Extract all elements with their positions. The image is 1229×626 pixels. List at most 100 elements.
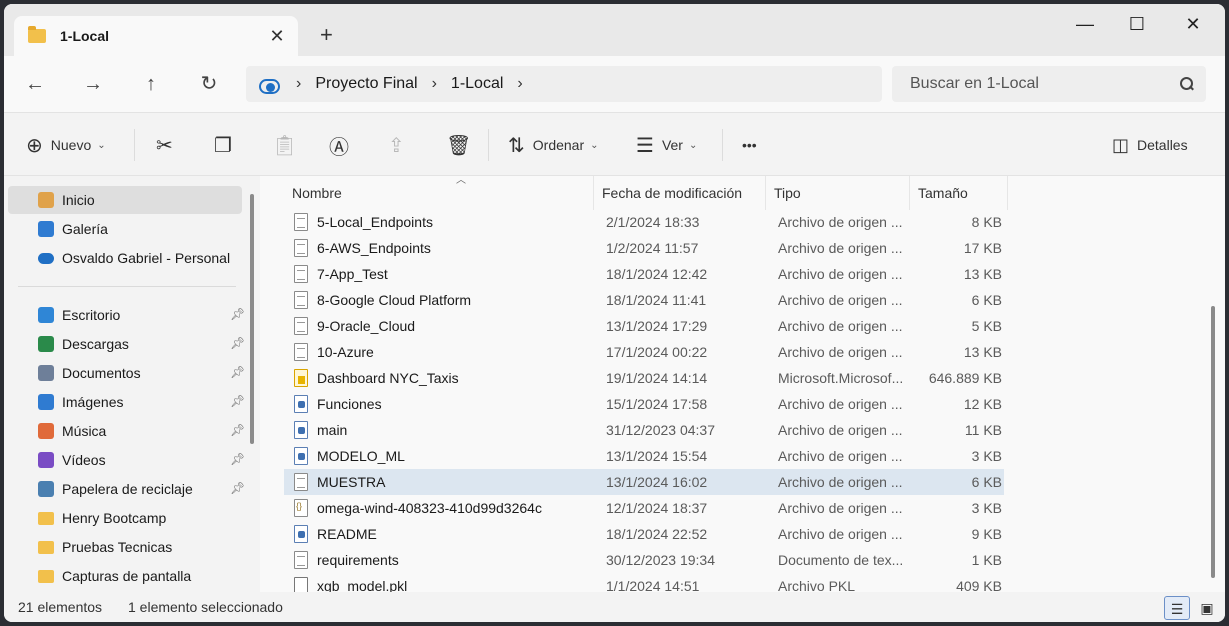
cut-button[interactable]: ✂ xyxy=(156,131,173,159)
sidebar-item[interactable]: Inicio xyxy=(8,186,242,214)
file-row[interactable]: MUESTRA 13/1/2024 16:02 Archivo de origen … xyxy=(284,469,1004,495)
column-header-type[interactable]: Tipo xyxy=(766,176,910,210)
file-size: 17 KB xyxy=(963,240,1002,256)
file-date: 2/1/2024 18:33 xyxy=(606,214,700,230)
back-button[interactable]: ← xyxy=(18,68,52,100)
sidebar-item[interactable]: Escritorio 📌︎ xyxy=(8,301,245,329)
column-label: Nombre xyxy=(292,185,342,201)
sidebar-item[interactable]: Documentos 📌︎ xyxy=(8,359,246,387)
file-date: 19/1/2024 14:14 xyxy=(606,370,708,386)
more-options-button[interactable]: ••• xyxy=(742,131,757,159)
file-row[interactable]: requirements 30/12/2023 19:34 Documento de… xyxy=(284,547,1004,573)
sidebar-item[interactable]: Música 📌︎ xyxy=(8,417,246,445)
sidebar-item[interactable]: Vídeos 📌︎ xyxy=(8,446,245,474)
file-size: 9 KB xyxy=(971,526,1002,542)
view-button[interactable]: ☰ Ver ⌄ xyxy=(636,131,697,159)
file-row[interactable]: 10-Azure 17/1/2024 00:22 Archivo de origen… xyxy=(284,339,1004,365)
file-row[interactable]: main 31/12/2023 04:37 Archivo de origen ..… xyxy=(284,417,1004,443)
file-size: 6 KB xyxy=(971,292,1002,308)
breadcrumb-chevron-icon[interactable]: › xyxy=(296,75,301,93)
file-type: Archivo de origen ... xyxy=(778,526,903,542)
tab-close-icon[interactable]: ✕ xyxy=(266,25,288,47)
file-type: Archivo de origen ... xyxy=(778,422,903,438)
close-window-button[interactable]: ✕ xyxy=(1170,10,1216,38)
file-row[interactable]: 8-Google Cloud Platform 18/1/2024 11:41 Ar… xyxy=(284,287,1004,313)
sidebar-item[interactable]: Descargas 📌︎ xyxy=(8,330,245,358)
sidebar-item[interactable]: Capturas de pantalla xyxy=(8,562,242,590)
sidebar-scrollbar[interactable] xyxy=(250,194,254,444)
forward-button[interactable]: → xyxy=(76,68,110,100)
file-size: 1 KB xyxy=(971,552,1002,568)
file-row[interactable]: 7-App_Test 18/1/2024 12:42 Archivo de orig… xyxy=(284,261,1004,287)
details-view-button[interactable]: ☰ xyxy=(1164,596,1190,620)
column-header-name[interactable]: ︿ Nombre xyxy=(284,175,594,210)
column-header-size[interactable]: Tamaño xyxy=(910,176,1008,210)
new-tab-button[interactable]: + xyxy=(320,24,333,46)
details-pane-button[interactable]: ◫ Detalles xyxy=(1112,131,1188,159)
search-input[interactable]: Buscar en 1-Local xyxy=(892,66,1206,102)
file-row[interactable]: Funciones 15/1/2024 17:58 Archivo de orige… xyxy=(284,391,1004,417)
new-button[interactable]: ⊕ Nuevo ⌄ xyxy=(26,131,106,159)
sidebar-item[interactable]: Imágenes 📌︎ xyxy=(8,388,245,416)
file-row[interactable]: 9-Oracle_Cloud 13/1/2024 17:29 Archivo de … xyxy=(284,313,1004,339)
file-name: 10-Azure xyxy=(317,344,374,360)
recycle-bin-icon xyxy=(38,481,54,497)
rename-button[interactable]: Ⓐ xyxy=(329,131,349,159)
sort-button[interactable]: ⇅ Ordenar ⌄ xyxy=(508,131,599,159)
refresh-button[interactable]: ↻ xyxy=(192,68,226,100)
item-count: 21 elementos xyxy=(18,599,103,615)
delete-button[interactable]: 🗑︎ xyxy=(446,131,471,159)
breadcrumb-chevron-icon[interactable]: › xyxy=(517,75,522,93)
file-date: 12/1/2024 18:37 xyxy=(606,500,708,516)
tiles-view-button[interactable]: ▣ xyxy=(1194,596,1220,620)
file-date: 13/1/2024 16:02 xyxy=(606,474,708,490)
breadcrumb-1-local[interactable]: 1-Local xyxy=(451,75,503,93)
breadcrumb-proyecto-final[interactable]: Proyecto Final xyxy=(315,75,417,93)
file-row[interactable]: MODELO_ML 13/1/2024 15:54 Archivo de orige… xyxy=(284,443,1004,469)
file-name: 7-App_Test xyxy=(317,266,388,282)
maximize-button[interactable]: ☐ xyxy=(1114,10,1160,38)
sort-ascending-icon: ︿ xyxy=(456,175,466,186)
column-header-date[interactable]: Fecha de modificación xyxy=(594,176,766,210)
txt-file-icon xyxy=(294,239,308,257)
copy-button[interactable]: ❐ xyxy=(214,131,232,159)
file-date: 13/1/2024 17:29 xyxy=(606,318,708,334)
file-type: Archivo de origen ... xyxy=(778,292,903,308)
sidebar-item[interactable]: Papelera de reciclaje 📌︎ xyxy=(8,475,245,503)
sidebar-item[interactable]: Galería xyxy=(8,215,242,243)
file-name: 8-Google Cloud Platform xyxy=(317,292,472,308)
minimize-button[interactable]: — xyxy=(1062,10,1108,38)
new-label: Nuevo xyxy=(50,137,92,153)
sidebar-item[interactable]: Osvaldo Gabriel - Personal xyxy=(8,244,242,272)
file-row[interactable]: Dashboard NYC_Taxis 19/1/2024 14:14 Micros… xyxy=(284,365,1004,391)
documents-icon xyxy=(38,365,54,381)
copy-icon: ❐ xyxy=(214,134,232,157)
file-type: Archivo de origen ... xyxy=(778,448,903,464)
file-row[interactable]: omega-wind-408323-410d99d3264c 12/1/2024 … xyxy=(284,495,1004,521)
folder-icon xyxy=(38,512,54,525)
pin-icon: 📌︎ xyxy=(230,423,246,437)
file-list: ︿ Nombre Fecha de modificación Tipo Tama… xyxy=(260,175,1225,595)
file-row[interactable]: README 18/1/2024 22:52 Archivo de origen .… xyxy=(284,521,1004,547)
file-size: 3 KB xyxy=(971,448,1002,464)
search-icon xyxy=(1180,77,1194,91)
file-row[interactable]: 6-AWS_Endpoints 1/2/2024 11:57 Archivo de … xyxy=(284,235,1004,261)
up-button[interactable]: ↑ xyxy=(134,68,168,100)
tab-title: 1-Local xyxy=(60,28,110,44)
sidebar-item[interactable]: Henry Bootcamp xyxy=(8,504,242,532)
file-size: 11 KB xyxy=(964,422,1002,438)
sidebar-item-label: Galería xyxy=(62,221,108,237)
address-bar[interactable]: › Proyecto Final › 1-Local › xyxy=(246,66,882,102)
pin-icon: 📌︎ xyxy=(230,365,246,379)
tab-1-local[interactable]: 1-Local ✕ xyxy=(14,16,298,56)
trash-icon: 🗑︎ xyxy=(446,134,472,157)
file-row[interactable]: 5-Local_Endpoints 2/1/2024 18:33 Archivo d… xyxy=(284,209,1004,235)
sidebar-item[interactable]: Pruebas Tecnicas xyxy=(8,533,242,561)
paste-button[interactable]: 📋︎ xyxy=(272,131,297,159)
txt-file-icon xyxy=(294,343,308,361)
file-type: Documento de tex... xyxy=(778,552,904,568)
file-list-scrollbar[interactable] xyxy=(1211,306,1215,578)
share-button[interactable]: ⇪ xyxy=(388,131,405,159)
file-type: Archivo de origen ... xyxy=(778,474,903,490)
breadcrumb-chevron-icon[interactable]: › xyxy=(432,75,437,93)
